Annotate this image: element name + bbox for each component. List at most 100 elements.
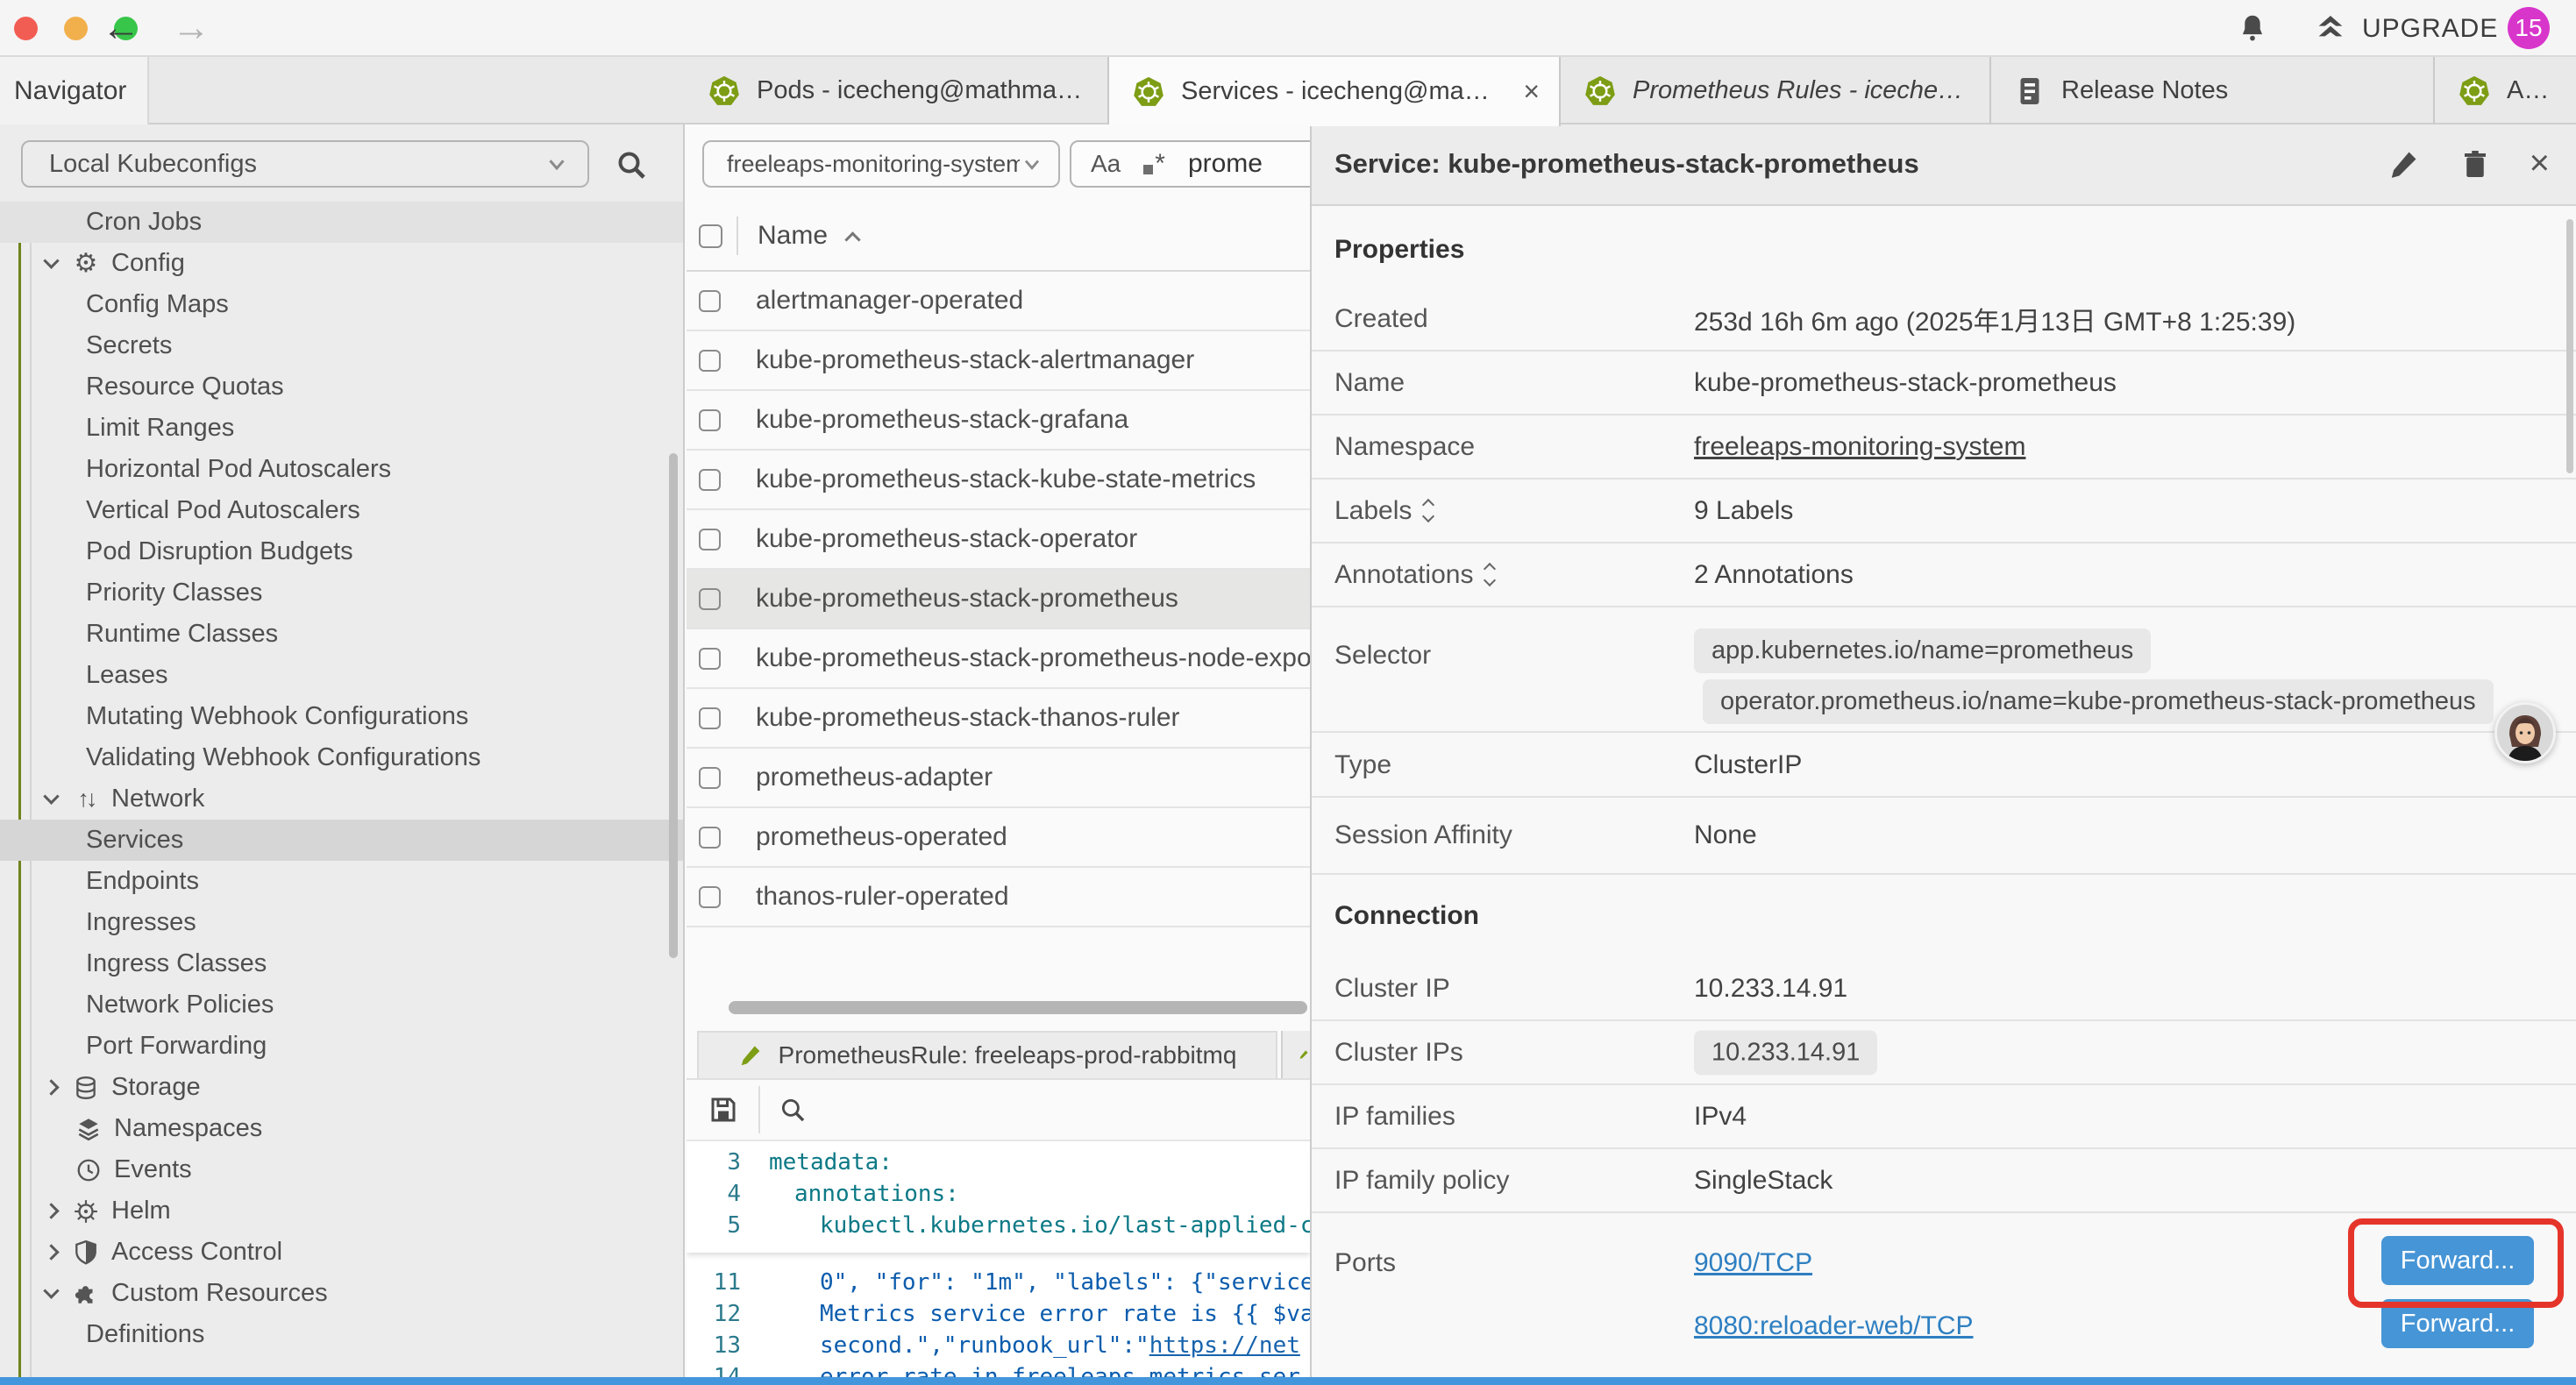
- save-icon[interactable]: [708, 1094, 739, 1126]
- sidebar-item-vertical-pod-autoscalers[interactable]: Vertical Pod Autoscalers: [0, 490, 683, 531]
- selector-chip[interactable]: operator.prometheus.io/name=kube-prometh…: [1703, 679, 2494, 724]
- runbook-url-link[interactable]: https://net: [1149, 1332, 1300, 1359]
- sidebar-item-priority-classes[interactable]: Priority Classes: [0, 572, 683, 614]
- table-row[interactable]: alertmanager-operated: [687, 272, 1310, 331]
- table-row[interactable]: kube-prometheus-stack-alertmanager: [687, 331, 1310, 391]
- namespace-link[interactable]: freeleaps-monitoring-system: [1694, 432, 2025, 462]
- filter-input[interactable]: Aa * prome: [1070, 140, 1310, 188]
- assistant-avatar[interactable]: [2494, 702, 2556, 764]
- edit-pencil-icon[interactable]: [2387, 147, 2421, 181]
- port-link-8080[interactable]: 8080:reloader-web/TCP: [1694, 1311, 1974, 1341]
- notifications-bell-icon[interactable]: [2236, 11, 2269, 45]
- sidebar-group-custom-resources[interactable]: Custom Resources: [0, 1273, 683, 1314]
- name-column-header[interactable]: Name: [758, 221, 828, 251]
- sidebar-group-access-control[interactable]: Access Control: [0, 1232, 683, 1273]
- row-checkbox[interactable]: [699, 886, 721, 908]
- tab-pods[interactable]: Pods - icecheng@mathmas...: [685, 57, 1109, 124]
- sidebar-item-limit-ranges[interactable]: Limit Ranges: [0, 408, 683, 449]
- sidebar-item-services[interactable]: Services: [0, 820, 683, 861]
- close-tab-icon[interactable]: ×: [1511, 75, 1540, 108]
- sidebar-item-port-forwarding[interactable]: Port Forwarding: [0, 1026, 683, 1067]
- horizontal-scrollbar[interactable]: [729, 1001, 1307, 1014]
- expand-collapse-icon[interactable]: [1485, 565, 1494, 585]
- table-row[interactable]: kube-prometheus-stack-operator: [687, 510, 1310, 570]
- navigator-panel-tab[interactable]: Navigator: [0, 57, 149, 124]
- table-row[interactable]: prometheus-operated: [687, 808, 1310, 868]
- select-all-checkbox[interactable]: [699, 224, 722, 248]
- selector-chip[interactable]: app.kubernetes.io/name=prometheus: [1694, 629, 2151, 673]
- kubeconfig-selector[interactable]: Local Kubeconfigs: [21, 140, 589, 188]
- chevron-down-icon[interactable]: [43, 252, 59, 268]
- namespace-selector[interactable]: freeleaps-monitoring-system: [702, 140, 1060, 188]
- sidebar-item-validating-webhook-configurations[interactable]: Validating Webhook Configurations: [0, 737, 683, 778]
- notification-count-badge[interactable]: 15: [2508, 7, 2550, 49]
- chevron-right-icon[interactable]: [43, 1079, 59, 1095]
- sidebar-item-leases[interactable]: Leases: [0, 655, 683, 696]
- sidebar-group-storage[interactable]: Storage: [0, 1067, 683, 1108]
- chevron-right-icon[interactable]: [43, 1203, 59, 1218]
- close-panel-icon[interactable]: ×: [2530, 144, 2550, 183]
- tab-services[interactable]: Services - icecheng@math... ×: [1109, 57, 1561, 126]
- sort-ascending-icon[interactable]: [844, 231, 860, 247]
- row-checkbox[interactable]: [699, 707, 721, 729]
- match-case-icon[interactable]: Aa: [1091, 150, 1121, 178]
- connection-section-heading: Connection: [1334, 901, 1479, 931]
- row-checkbox[interactable]: [699, 350, 721, 372]
- delete-trash-icon[interactable]: [2459, 147, 2491, 181]
- minimize-window-button[interactable]: [64, 17, 88, 40]
- table-row[interactable]: kube-prometheus-stack-kube-state-metrics: [687, 451, 1310, 510]
- sidebar-item-runtime-classes[interactable]: Runtime Classes: [0, 614, 683, 655]
- editor-tab-prometheusrule[interactable]: PrometheusRule: freeleaps-prod-rabbitmq: [697, 1031, 1277, 1078]
- table-row[interactable]: kube-prometheus-stack-prometheus-node-ex…: [687, 629, 1310, 689]
- regex-icon[interactable]: *: [1143, 149, 1165, 179]
- sidebar-item-endpoints[interactable]: Endpoints: [0, 861, 683, 902]
- sidebar-scrollbar[interactable]: [669, 453, 678, 958]
- table-row[interactable]: thanos-ruler-operated: [687, 868, 1310, 927]
- chevron-down-icon[interactable]: [43, 1282, 59, 1298]
- sidebar-item-pod-disruption-budgets[interactable]: Pod Disruption Budgets: [0, 531, 683, 572]
- sidebar-item-secrets[interactable]: Secrets: [0, 325, 683, 366]
- sidebar-item-ingress-classes[interactable]: Ingress Classes: [0, 943, 683, 984]
- sidebar-item-ingresses[interactable]: Ingresses: [0, 902, 683, 943]
- chevron-down-icon[interactable]: [43, 788, 59, 804]
- close-window-button[interactable]: [14, 17, 38, 40]
- row-checkbox[interactable]: [699, 648, 721, 670]
- table-row[interactable]: kube-prometheus-stack-grafana: [687, 391, 1310, 451]
- row-checkbox[interactable]: [699, 529, 721, 550]
- editor-search-icon[interactable]: [778, 1095, 808, 1125]
- row-checkbox[interactable]: [699, 290, 721, 312]
- table-row-selected[interactable]: kube-prometheus-stack-prometheus: [687, 570, 1310, 629]
- detail-panel-scrollbar[interactable]: [2566, 219, 2573, 473]
- tab-release-notes[interactable]: Release Notes: [1991, 57, 2435, 124]
- yaml-editor[interactable]: 11 0", "for": "1m", "labels": {"service"…: [687, 1140, 1310, 1385]
- upgrade-button[interactable]: UPGRADE: [2313, 11, 2498, 46]
- forward-button[interactable]: →: [172, 4, 210, 53]
- sidebar-group-network[interactable]: ↑↓ Network: [0, 778, 683, 820]
- back-button[interactable]: ←: [102, 4, 140, 53]
- row-checkbox[interactable]: [699, 767, 721, 789]
- expand-collapse-icon[interactable]: [1424, 501, 1433, 521]
- sidebar-item-horizontal-pod-autoscalers[interactable]: Horizontal Pod Autoscalers: [0, 449, 683, 490]
- sidebar-item-resource-quotas[interactable]: Resource Quotas: [0, 366, 683, 408]
- row-checkbox[interactable]: [699, 827, 721, 849]
- sidebar-group-helm[interactable]: Helm: [0, 1190, 683, 1232]
- sidebar-item-events[interactable]: Events: [0, 1149, 683, 1190]
- sidebar-item-namespaces[interactable]: Namespaces: [0, 1108, 683, 1149]
- sidebar-group-config[interactable]: ⚙ Config: [0, 243, 683, 284]
- row-checkbox[interactable]: [699, 409, 721, 431]
- row-checkbox[interactable]: [699, 588, 721, 610]
- row-checkbox[interactable]: [699, 469, 721, 491]
- sidebar-item-config-maps[interactable]: Config Maps: [0, 284, 683, 325]
- sidebar-item-definitions[interactable]: Definitions: [0, 1314, 683, 1355]
- sidebar-search-icon[interactable]: [614, 147, 649, 182]
- chevron-right-icon[interactable]: [43, 1244, 59, 1260]
- table-row[interactable]: kube-prometheus-stack-thanos-ruler: [687, 689, 1310, 749]
- tab-argo[interactable]: Argo Se: [2435, 57, 2576, 124]
- sidebar-item-mutating-webhook-configurations[interactable]: Mutating Webhook Configurations: [0, 696, 683, 737]
- table-row[interactable]: prometheus-adapter: [687, 749, 1310, 808]
- tab-prometheus-rules[interactable]: Prometheus Rules - icecheng...: [1561, 57, 1991, 124]
- port-link-9090[interactable]: 9090/TCP: [1694, 1248, 1812, 1278]
- sidebar-item-network-policies[interactable]: Network Policies: [0, 984, 683, 1026]
- sidebar-item-cron-jobs[interactable]: Cron Jobs: [0, 202, 683, 243]
- editor-tab-partial[interactable]: [1281, 1031, 1310, 1078]
